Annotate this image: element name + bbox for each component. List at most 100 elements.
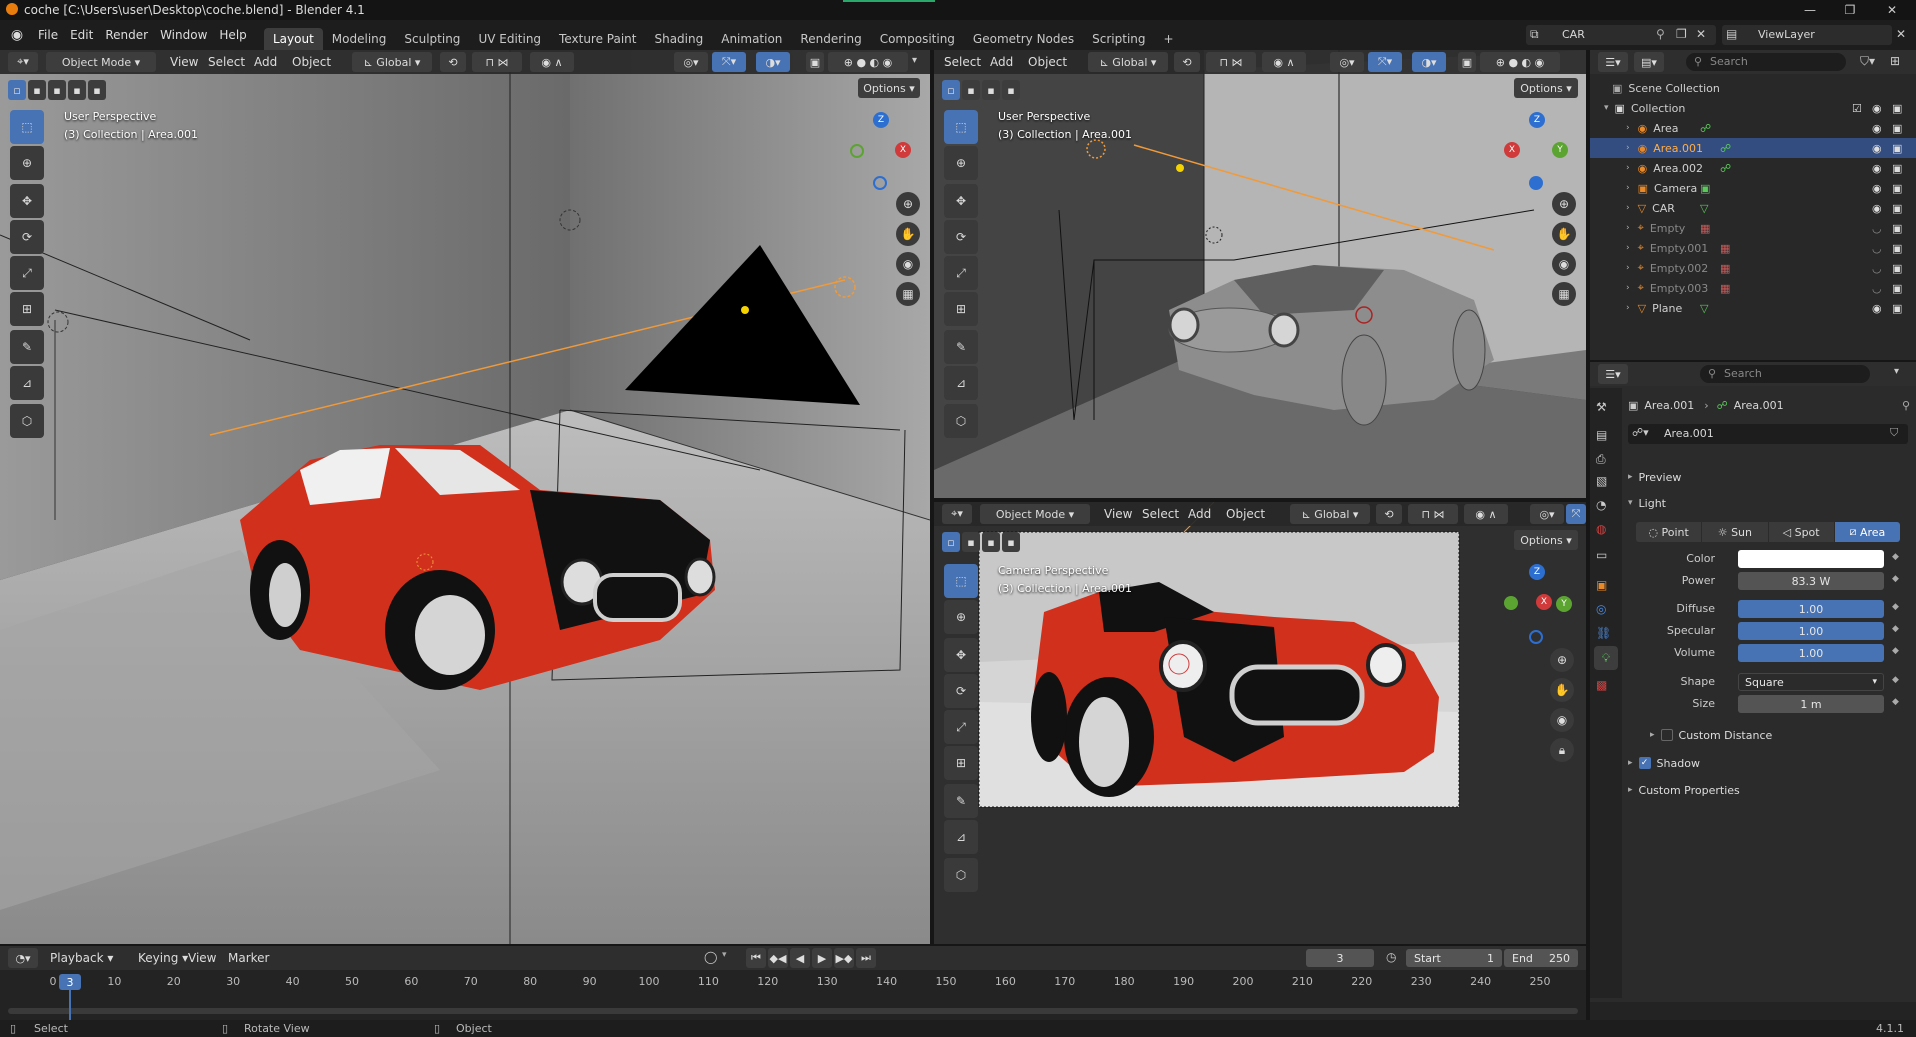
scene-selector[interactable]: ⧉ CAR ⚲ ❐ ✕ <box>1526 25 1716 45</box>
br-transform-orientation[interactable]: ⊾ Global ▾ <box>1290 504 1370 524</box>
pin-icon[interactable]: ⚲ <box>1656 27 1665 41</box>
tr-select-subtract-icon[interactable]: ▪ <box>982 80 1000 100</box>
menu-edit[interactable]: Edit <box>64 25 99 45</box>
expand-icon[interactable]: › <box>1626 183 1630 193</box>
br-editor-type-icon[interactable]: ⌖▾ <box>942 504 972 524</box>
outliner-item[interactable]: › ◉ Area.001 ☍ ◉ ▣ <box>1590 138 1916 158</box>
tr-scale-tool[interactable]: ⤢ <box>944 256 978 290</box>
gizmo-x-axis[interactable]: X <box>895 142 911 158</box>
camera-render-icon[interactable]: ▣ <box>1892 122 1902 135</box>
br-rotate-tool[interactable]: ⟳ <box>944 674 978 708</box>
select-new-icon[interactable]: ▫ <box>8 80 26 100</box>
menu-view[interactable]: View <box>164 52 204 72</box>
tr-menu-object[interactable]: Object <box>1022 52 1073 72</box>
jump-start-icon[interactable]: ⏮ <box>746 948 766 968</box>
shape-keyframe-icon[interactable]: ◆ <box>1892 675 1899 685</box>
tool-tab-icon[interactable]: ⚒ <box>1596 400 1607 414</box>
measure-tool[interactable]: ⊿ <box>10 366 44 400</box>
camera-render-icon[interactable]: ▣ <box>1892 262 1902 275</box>
keying-dropdown-icon[interactable]: ▾ <box>722 950 727 960</box>
main-viewport[interactable]: ⌖▾ Object Mode ▾ View Select Add Object … <box>0 50 930 944</box>
tr-gizmo-icon[interactable]: ⤧▾ <box>1368 52 1402 72</box>
camera-render-icon[interactable]: ▣ <box>1892 302 1902 315</box>
gizmo-y-negative[interactable] <box>850 144 864 158</box>
tr-camera-view-icon[interactable]: ◉ <box>1552 252 1576 276</box>
tr-proportional-icon[interactable]: ◉ ∧ <box>1262 52 1306 72</box>
tab-layout[interactable]: Layout <box>264 28 323 50</box>
outliner-item[interactable]: › ⌖ Empty.002 ▦ ◡ ▣ <box>1590 258 1916 278</box>
eye-icon[interactable]: ◉ <box>1872 182 1882 195</box>
tr-rotate-tool[interactable]: ⟳ <box>944 220 978 254</box>
br-zoom-icon[interactable]: ⊕ <box>1550 648 1574 672</box>
new-scene-icon[interactable]: ❐ <box>1676 27 1687 41</box>
custom-properties-panel-header[interactable]: ▸ Custom Properties <box>1628 779 1908 801</box>
tr-add-cube-tool[interactable]: ⬡ <box>944 404 978 438</box>
tr-gizmo-y-axis[interactable]: Y <box>1552 142 1568 158</box>
camera-render-icon[interactable]: ▣ <box>1892 142 1902 155</box>
tr-menu-add[interactable]: Add <box>984 52 1019 72</box>
shading-dropdown-icon[interactable]: ▾ <box>912 55 917 66</box>
light-datablock-selector[interactable]: ☍▾ Area.001 ⛉ <box>1628 424 1908 444</box>
eye-closed-icon[interactable]: ◡ <box>1872 282 1882 295</box>
move-tool[interactable]: ✥ <box>10 184 44 218</box>
current-frame-field[interactable]: 3 <box>1306 949 1374 967</box>
light-type-spot[interactable]: ◁ Spot <box>1768 522 1834 542</box>
br-menu-select[interactable]: Select <box>1136 504 1185 524</box>
br-gizmo-z-negative[interactable] <box>1529 630 1543 644</box>
output-tab-icon[interactable]: ⎙ <box>1596 452 1606 467</box>
tr-shading-modes[interactable]: ⊕ ● ◐ ◉ <box>1480 52 1560 72</box>
menu-add[interactable]: Add <box>248 52 283 72</box>
select-extend-icon[interactable]: ▪ <box>28 80 46 100</box>
power-keyframe-icon[interactable]: ◆ <box>1892 574 1899 584</box>
diffuse-slider[interactable]: 1.00 <box>1738 600 1884 618</box>
outliner-item[interactable]: › ◉ Area ☍ ◉ ▣ <box>1590 118 1916 138</box>
size-keyframe-icon[interactable]: ◆ <box>1892 697 1899 707</box>
light-panel-header[interactable]: ▾ Light <box>1628 492 1908 514</box>
tr-ortho-grid-icon[interactable]: ▦ <box>1552 282 1576 306</box>
tab-compositing[interactable]: Compositing <box>871 28 964 50</box>
expand-icon[interactable]: › <box>1626 263 1630 273</box>
eye-closed-icon[interactable]: ◡ <box>1872 262 1882 275</box>
close-window-icon[interactable]: ✕ <box>1872 0 1912 20</box>
outliner-item[interactable]: › ⌖ Empty.001 ▦ ◡ ▣ <box>1590 238 1916 258</box>
scale-tool[interactable]: ⤢ <box>10 256 44 290</box>
tr-move-tool[interactable]: ✥ <box>944 184 978 218</box>
next-keyframe-icon[interactable]: ▶◆ <box>834 948 854 968</box>
tr-select-extend-icon[interactable]: ▪ <box>962 80 980 100</box>
shadow-checkbox[interactable]: ✓ <box>1638 757 1651 769</box>
exclude-checkbox-icon[interactable]: ☑ <box>1852 102 1862 115</box>
shading-modes[interactable]: ⊕ ● ◐ ◉ <box>828 52 908 72</box>
outliner-scene-collection[interactable]: ▣ Scene Collection <box>1590 78 1916 98</box>
tr-gizmo-x-axis[interactable]: X <box>1504 142 1520 158</box>
minimize-icon[interactable]: — <box>1790 0 1830 20</box>
volume-slider[interactable]: 1.00 <box>1738 644 1884 662</box>
eye-icon[interactable]: ◉ <box>1872 102 1882 115</box>
world-tab-icon[interactable]: ◍ <box>1596 522 1606 536</box>
tab-scripting[interactable]: Scripting <box>1083 28 1154 50</box>
br-menu-add[interactable]: Add <box>1182 504 1217 524</box>
empty-data-icon[interactable]: ▦ <box>1720 262 1730 275</box>
mode-selector[interactable]: Object Mode ▾ <box>46 52 156 72</box>
add-cube-tool[interactable]: ⬡ <box>10 404 44 438</box>
tab-modeling[interactable]: Modeling <box>323 28 396 50</box>
play-reverse-icon[interactable]: ◀ <box>790 948 810 968</box>
power-field[interactable]: 83.3 W <box>1738 572 1884 590</box>
expand-icon[interactable]: › <box>1626 283 1630 293</box>
auto-keying-icon[interactable]: ◯ <box>704 950 717 964</box>
menu-render[interactable]: Render <box>99 25 154 45</box>
camera-data-icon[interactable]: ▣ <box>1700 182 1710 195</box>
br-add-cube-tool[interactable]: ⬡ <box>944 858 978 892</box>
outliner-item[interactable]: › ⌖ Empty ▦ ◡ ▣ <box>1590 218 1916 238</box>
br-options-button[interactable]: Options ▾ <box>1514 530 1578 550</box>
timeline-menu-view[interactable]: View <box>182 948 222 968</box>
camera-render-icon[interactable]: ▣ <box>1892 102 1902 115</box>
physics-tab-icon[interactable]: ◎ <box>1596 602 1606 616</box>
cursor-tool[interactable]: ⊕ <box>10 146 44 180</box>
light-data-icon[interactable]: ☍ <box>1700 122 1711 135</box>
light-type-area[interactable]: ⧄ Area <box>1834 522 1900 542</box>
timeline-editor-type-icon[interactable]: ◔▾ <box>8 948 38 968</box>
outliner-item[interactable]: › ⌖ Empty.003 ▦ ◡ ▣ <box>1590 278 1916 298</box>
texture-tab-icon[interactable]: ▩ <box>1596 678 1607 692</box>
jump-end-icon[interactable]: ⏭ <box>856 948 876 968</box>
filter-icon[interactable]: ⛉▾ <box>1860 54 1875 69</box>
